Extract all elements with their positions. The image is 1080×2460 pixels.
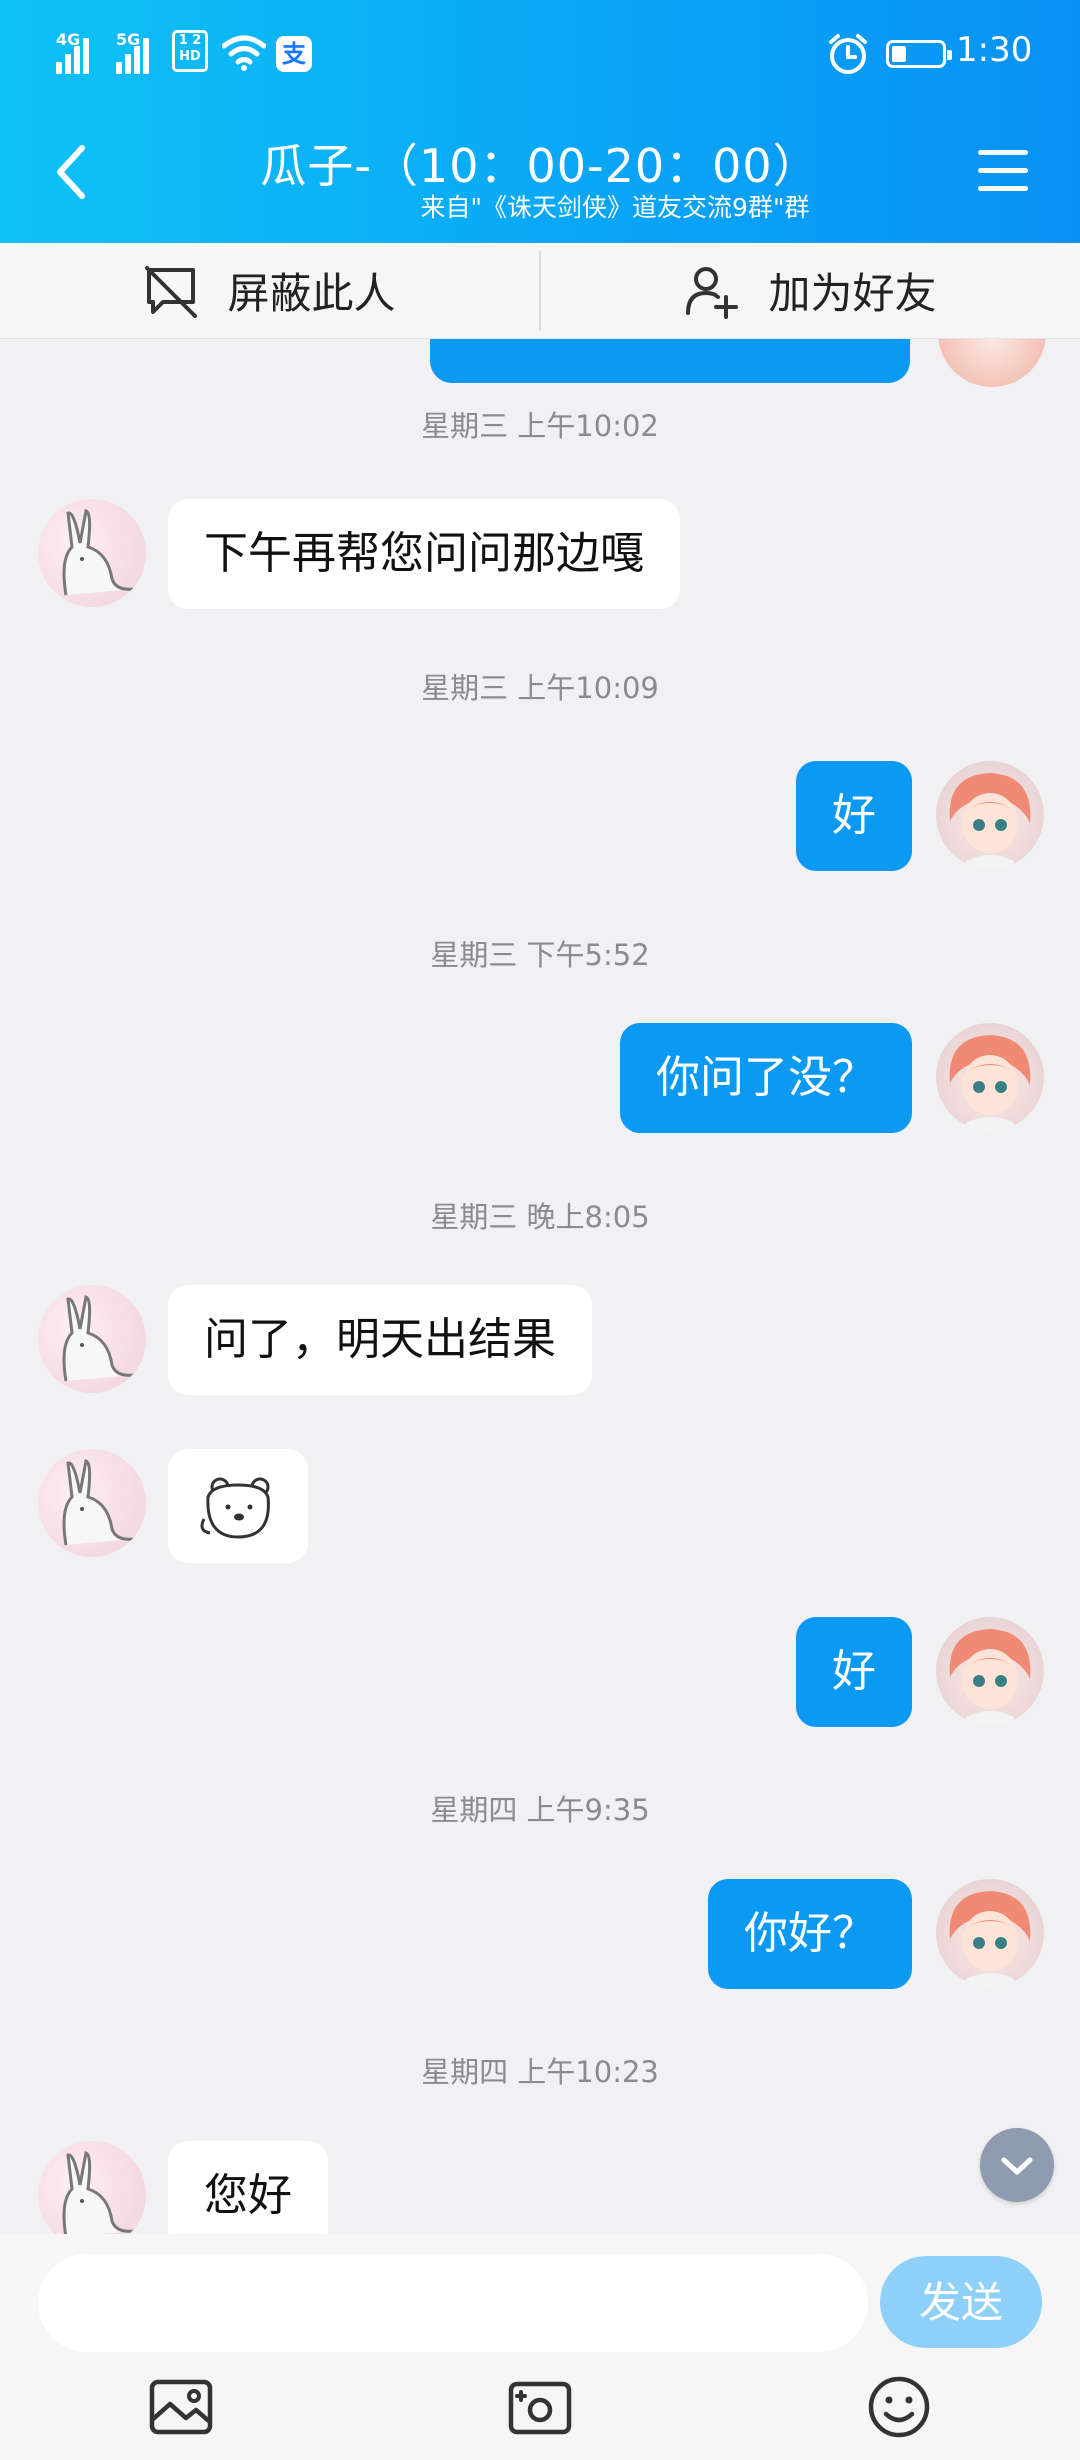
chat-header: 4G 5G 1 2 HD 支 1:30 瓜子-（10：00-20：00） 来自"… xyxy=(0,0,1080,243)
add-friend-button[interactable]: 加为好友 xyxy=(541,243,1080,338)
send-button[interactable]: 发送 xyxy=(880,2256,1042,2348)
alipay-icon: 支 xyxy=(276,36,312,72)
timestamp: 星期三 下午5:52 xyxy=(430,938,650,972)
add-friend-label: 加为好友 xyxy=(768,269,937,318)
page-title: 瓜子-（10：00-20：00） xyxy=(260,139,820,193)
add-friend-icon xyxy=(686,266,739,319)
anime-avatar-icon xyxy=(949,1035,1031,1131)
signal-icon: 5G xyxy=(116,28,160,74)
message-bubble[interactable]: 你问了没？ xyxy=(620,1023,912,1133)
message-bubble[interactable]: 您好 xyxy=(168,2141,328,2234)
sticker-bubble[interactable] xyxy=(168,1449,308,1563)
image-icon[interactable] xyxy=(146,2372,216,2442)
wifi-icon xyxy=(222,35,266,71)
message-bubble[interactable]: 下午再帮您问问那边嘎 xyxy=(168,499,680,609)
input-bar: 发送 xyxy=(0,2234,1080,2460)
block-icon xyxy=(145,265,198,318)
message-bubble[interactable]: 问了，明天出结果 xyxy=(168,1285,592,1395)
rabbit-avatar-icon xyxy=(62,2151,135,2234)
avatar[interactable] xyxy=(936,1879,1044,1987)
timestamp: 星期四 上午9:35 xyxy=(430,1793,650,1827)
avatar[interactable] xyxy=(936,1023,1044,1131)
avatar[interactable] xyxy=(38,1449,146,1557)
alarm-icon xyxy=(829,34,867,74)
hd-badge-bottom: HD xyxy=(179,49,201,64)
rabbit-avatar-icon xyxy=(62,1459,135,1546)
hd-badge-top: 1 2 xyxy=(178,33,202,48)
menu-icon[interactable] xyxy=(978,150,1028,194)
block-user-label: 屏蔽此人 xyxy=(227,269,396,318)
back-button[interactable] xyxy=(52,142,92,202)
scroll-to-bottom-button[interactable] xyxy=(980,2128,1054,2202)
message-bubble-partial[interactable] xyxy=(430,339,910,383)
avatar[interactable] xyxy=(38,1285,146,1393)
chat-area[interactable]: 星期三 上午10:02 下午再帮您问问那边嘎 星期三 上午10:09 好 星期三… xyxy=(0,339,1080,2234)
anime-avatar-icon xyxy=(949,1891,1031,1987)
message-bubble[interactable]: 你好？ xyxy=(708,1879,912,1989)
message-bubble[interactable]: 好 xyxy=(796,1617,912,1727)
timestamp: 星期三 晚上8:05 xyxy=(430,1200,650,1234)
battery-icon xyxy=(886,40,952,68)
status-time: 1:30 xyxy=(956,30,1033,70)
block-user-button[interactable]: 屏蔽此人 xyxy=(0,243,539,338)
rabbit-avatar-icon xyxy=(62,509,135,596)
timestamp: 星期三 上午10:02 xyxy=(421,409,659,443)
chevron-down-icon xyxy=(1001,2157,1033,2175)
signal-icon: 4G xyxy=(56,28,100,74)
emoji-icon[interactable] xyxy=(864,2372,934,2442)
avatar[interactable] xyxy=(38,2141,146,2234)
timestamp: 星期三 上午10:09 xyxy=(421,671,659,705)
avatar[interactable] xyxy=(38,499,146,607)
message-bubble[interactable]: 好 xyxy=(796,761,912,871)
timestamp: 星期四 上午10:23 xyxy=(421,2055,659,2089)
avatar[interactable] xyxy=(936,1617,1044,1725)
anime-avatar-icon xyxy=(949,773,1031,869)
hd-icon: 1 2 HD xyxy=(172,30,208,72)
camera-icon[interactable] xyxy=(505,2372,575,2442)
rabbit-avatar-icon xyxy=(62,1295,135,1382)
status-bar: 4G 5G 1 2 HD 支 1:30 xyxy=(0,0,1080,110)
anime-avatar-icon xyxy=(949,1629,1031,1725)
page-subtitle: 来自"《诛天剑侠》道友交流9群"群 xyxy=(420,193,810,222)
bear-sticker-icon xyxy=(200,1477,270,1539)
avatar[interactable] xyxy=(936,761,1044,869)
avatar[interactable] xyxy=(938,339,1046,387)
action-bar: 屏蔽此人 加为好友 xyxy=(0,243,1080,339)
message-input[interactable] xyxy=(38,2254,868,2352)
